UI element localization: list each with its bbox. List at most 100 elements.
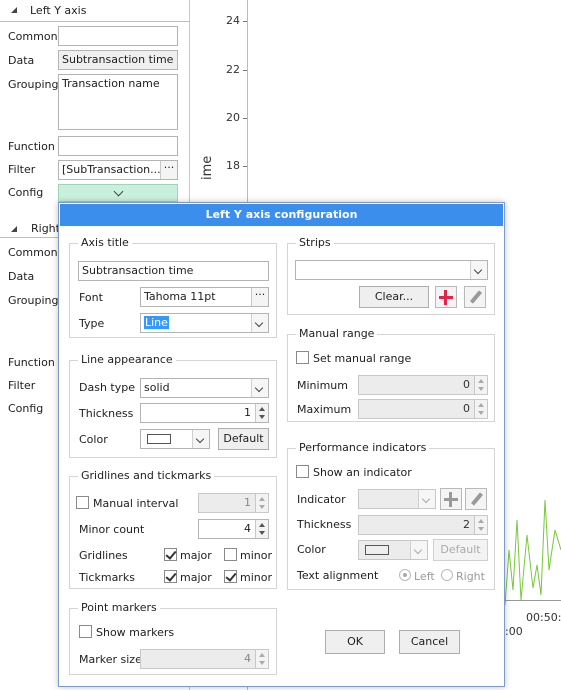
collapse-icon[interactable] <box>11 226 17 232</box>
label-config-2: Config <box>8 402 44 415</box>
indicator-select[interactable] <box>358 489 436 509</box>
ok-button[interactable]: OK <box>325 630 385 654</box>
label-data: Data <box>8 54 35 67</box>
group-title: Manual range <box>296 327 378 340</box>
align-left-radio[interactable] <box>399 569 411 581</box>
font-value: Tahoma 11pt <box>144 290 216 303</box>
chart-series-line <box>505 499 561 606</box>
x-tick-label: :00 <box>505 625 523 638</box>
common-field[interactable] <box>58 26 178 46</box>
manual-interval-label: Manual interval <box>93 497 179 510</box>
text-alignment-label: Text alignment <box>297 569 379 582</box>
indicator-color-picker[interactable] <box>358 540 428 560</box>
line-color-label: Color <box>79 433 108 446</box>
show-indicator-checkbox[interactable] <box>296 465 309 478</box>
type-select[interactable]: Line <box>140 313 269 333</box>
axis-title-input[interactable]: Subtransaction time <box>78 261 269 281</box>
indicator-thickness-value: 2 <box>463 518 470 531</box>
spin-buttons[interactable] <box>255 494 268 512</box>
plus-icon-v <box>444 290 447 305</box>
section-header-left-y[interactable]: Left Y axis <box>0 0 190 22</box>
spin-buttons[interactable] <box>255 650 268 668</box>
manual-interval-checkbox[interactable] <box>76 496 89 509</box>
label-function-2: Function <box>8 356 55 369</box>
gridlines-minor-checkbox[interactable] <box>224 548 237 561</box>
strips-add-button[interactable] <box>435 286 457 308</box>
y-tick-mark <box>243 70 247 71</box>
indicator-add-button[interactable] <box>440 488 462 510</box>
spin-buttons[interactable] <box>255 404 268 422</box>
spin-buttons[interactable] <box>474 400 487 418</box>
group-title: Point markers <box>78 601 160 614</box>
tickmarks-major-checkbox[interactable] <box>164 570 177 583</box>
show-markers-label: Show markers <box>96 626 175 639</box>
spin-buttons[interactable] <box>255 520 268 538</box>
section-title: Right <box>31 222 60 235</box>
plus-icon-v <box>449 492 452 507</box>
font-label: Font <box>79 291 103 304</box>
show-indicator-label: Show an indicator <box>313 466 412 479</box>
indicator-edit-button[interactable] <box>465 488 487 510</box>
minor-count-value: 4 <box>244 522 251 535</box>
dialog-title-bar[interactable]: Left Y axis configuration <box>60 204 503 226</box>
grouping-field[interactable]: Transaction name <box>58 74 178 130</box>
dash-type-select[interactable]: solid <box>140 378 269 398</box>
line-color-picker[interactable] <box>140 429 210 449</box>
indicator-default-button[interactable]: Default <box>433 539 488 561</box>
y-tick-mark <box>243 21 247 22</box>
pencil-icon <box>470 492 484 506</box>
marker-size-label: Marker size <box>79 653 142 666</box>
line-default-button[interactable]: Default <box>218 428 269 450</box>
minimum-stepper[interactable]: 0 <box>358 375 488 395</box>
marker-size-stepper[interactable]: 4 <box>140 649 269 669</box>
filter-field[interactable]: [SubTransaction... ··· <box>58 160 178 180</box>
chevron-down-icon[interactable] <box>192 430 209 448</box>
chevron-down-icon[interactable] <box>410 541 427 559</box>
align-right-radio[interactable] <box>441 569 453 581</box>
minor-count-stepper[interactable]: 4 <box>198 519 269 539</box>
marker-size-value: 4 <box>244 652 251 665</box>
chevron-down-icon[interactable] <box>251 379 268 397</box>
gridlines-major-label: major <box>180 549 212 562</box>
cancel-button[interactable]: Cancel <box>399 630 460 654</box>
chevron-down-icon[interactable] <box>251 314 268 332</box>
set-manual-range-checkbox[interactable] <box>296 351 309 364</box>
font-ellipsis-button[interactable]: ··· <box>251 288 268 306</box>
gridlines-label: Gridlines <box>79 549 128 562</box>
spin-buttons[interactable] <box>474 516 487 534</box>
maximum-label: Maximum <box>297 403 352 416</box>
label-grouping-2: Grouping <box>8 294 59 307</box>
group-title: Axis title <box>78 236 132 249</box>
function-field[interactable] <box>58 136 178 156</box>
gridlines-major-checkbox[interactable] <box>164 548 177 561</box>
chevron-down-icon[interactable] <box>418 490 435 508</box>
tickmarks-major-label: major <box>180 571 212 584</box>
label-config: Config <box>8 186 44 199</box>
font-field[interactable]: Tahoma 11pt ··· <box>140 287 269 307</box>
minimum-value: 0 <box>463 378 470 391</box>
maximum-stepper[interactable]: 0 <box>358 399 488 419</box>
line-thickness-stepper[interactable]: 1 <box>140 403 269 423</box>
spin-buttons[interactable] <box>474 376 487 394</box>
indicator-thickness-stepper[interactable]: 2 <box>358 515 488 535</box>
collapse-icon[interactable] <box>11 7 17 13</box>
config-button[interactable] <box>58 184 178 202</box>
y-axis-title: ime <box>200 155 215 180</box>
indicator-label: Indicator <box>297 493 346 506</box>
strips-edit-button[interactable] <box>464 286 486 308</box>
strips-clear-button[interactable]: Clear... <box>359 286 429 308</box>
manual-interval-stepper[interactable]: 1 <box>198 493 269 513</box>
chevron-down-icon[interactable] <box>470 261 487 279</box>
type-label: Type <box>79 317 105 330</box>
group-title: Performance indicators <box>296 441 430 454</box>
y-tick-label: 22 <box>226 63 240 76</box>
data-field[interactable]: Subtransaction time <box>58 50 178 70</box>
pencil-icon <box>469 290 483 304</box>
line-thickness-value: 1 <box>244 406 251 419</box>
label-filter-2: Filter <box>8 379 36 392</box>
config-dialog: Left Y axis configuration Axis title Sub… <box>58 202 505 687</box>
strips-select[interactable] <box>295 260 488 280</box>
tickmarks-minor-checkbox[interactable] <box>224 570 237 583</box>
show-markers-checkbox[interactable] <box>79 625 92 638</box>
filter-ellipsis-button[interactable]: ··· <box>160 161 177 179</box>
